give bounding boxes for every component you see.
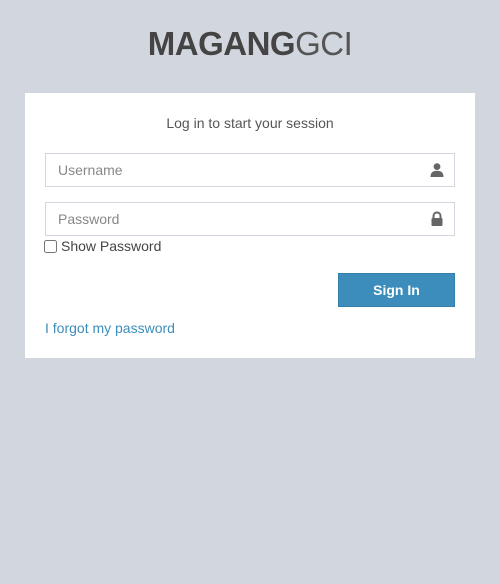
show-password-label: Show Password bbox=[61, 238, 162, 254]
app-logo[interactable]: MAGANGGCI bbox=[0, 24, 500, 64]
password-input[interactable] bbox=[46, 203, 418, 235]
sign-in-button[interactable]: Sign In bbox=[338, 273, 455, 307]
username-field-group bbox=[45, 153, 455, 187]
login-box: Log in to start your session Show Passwo… bbox=[25, 93, 475, 358]
forgot-password-link[interactable]: I forgot my password bbox=[45, 320, 175, 336]
user-icon bbox=[430, 163, 444, 177]
login-box-message: Log in to start your session bbox=[166, 115, 334, 131]
logo-bold-text: MAGANG bbox=[147, 25, 296, 62]
show-password-checkbox[interactable] bbox=[44, 239, 57, 253]
password-field-group bbox=[45, 202, 455, 236]
logo-light-text: GCI bbox=[295, 25, 353, 62]
username-input[interactable] bbox=[46, 154, 418, 186]
login-page: MAGANGGCI Log in to start your session S… bbox=[0, 0, 500, 584]
show-password-toggle[interactable]: Show Password bbox=[44, 238, 161, 254]
lock-icon bbox=[431, 211, 443, 226]
